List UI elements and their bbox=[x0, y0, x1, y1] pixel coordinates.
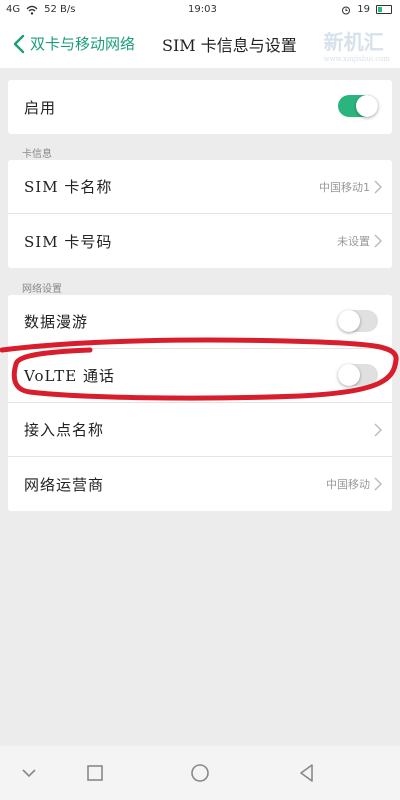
status-right: 19 bbox=[341, 4, 392, 15]
system-nav-bar bbox=[0, 746, 400, 800]
enable-card: 启用 bbox=[8, 80, 392, 134]
app-header: 双卡与移动网络 SIM 卡信息与设置 新机汇 www.xinjishui.com bbox=[0, 20, 400, 68]
section-header-card-info: 卡信息 bbox=[22, 149, 52, 160]
data-roaming-label: 数据漫游 bbox=[24, 313, 89, 331]
chevron-right-icon bbox=[374, 423, 382, 437]
chevron-right-icon bbox=[374, 477, 382, 491]
watermark-logo: 新机汇 www.xinjishui.com bbox=[324, 26, 390, 63]
status-bar: 4G 52 B/s 19:03 19 bbox=[0, 0, 400, 20]
toggle-knob bbox=[338, 310, 360, 332]
network-speed: 52 B/s bbox=[44, 4, 76, 15]
sim-name-row[interactable]: SIM 卡名称 中国移动1 bbox=[8, 160, 392, 214]
watermark-text: 新机汇 bbox=[323, 30, 384, 54]
alarm-icon bbox=[342, 6, 351, 14]
volte-row[interactable]: VoLTE 通话 bbox=[8, 349, 392, 403]
sim-name-label: SIM 卡名称 bbox=[24, 178, 113, 196]
circle-home-icon[interactable] bbox=[189, 762, 211, 784]
status-time: 19:03 bbox=[188, 4, 217, 15]
toggle-knob bbox=[338, 364, 360, 386]
volte-label: VoLTE 通话 bbox=[24, 367, 115, 385]
carrier-value: 中国移动 bbox=[326, 478, 370, 491]
volte-toggle[interactable] bbox=[338, 364, 378, 386]
section-header-network: 网络设置 bbox=[22, 284, 62, 295]
toggle-knob bbox=[356, 95, 378, 117]
data-roaming-toggle[interactable] bbox=[338, 310, 378, 332]
battery-level: 19 bbox=[357, 4, 370, 15]
sim-name-value: 中国移动1 bbox=[319, 180, 370, 194]
sim-number-row[interactable]: SIM 卡号码 未设置 bbox=[8, 214, 392, 268]
card-info-card: SIM 卡名称 中国移动1 SIM 卡号码 未设置 bbox=[8, 160, 392, 268]
data-roaming-row[interactable]: 数据漫游 bbox=[8, 295, 392, 349]
triangle-back-icon[interactable] bbox=[296, 762, 318, 784]
signal-indicator: 4G bbox=[6, 4, 21, 15]
status-left: 4G 52 B/s bbox=[6, 4, 75, 15]
apn-row[interactable]: 接入点名称 bbox=[8, 403, 392, 457]
wifi-icon bbox=[26, 5, 38, 15]
chevron-left-icon[interactable] bbox=[10, 32, 30, 56]
page-title: SIM 卡信息与设置 bbox=[162, 36, 297, 55]
carrier-label: 网络运营商 bbox=[24, 475, 105, 494]
watermark-url: www.xinjishui.com bbox=[323, 55, 390, 63]
chevron-down-icon[interactable] bbox=[18, 762, 40, 784]
sim-number-value: 未设置 bbox=[337, 235, 370, 248]
network-card: 数据漫游 VoLTE 通话 接入点名称 网络运营商 中国移动 bbox=[8, 295, 392, 511]
battery-icon bbox=[376, 5, 392, 14]
enable-toggle[interactable] bbox=[338, 95, 378, 117]
sim-number-label: SIM 卡号码 bbox=[24, 232, 113, 251]
enable-row[interactable]: 启用 bbox=[8, 80, 392, 134]
back-button-label[interactable]: 双卡与移动网络 bbox=[30, 33, 135, 54]
carrier-row[interactable]: 网络运营商 中国移动 bbox=[8, 457, 392, 511]
apn-label: 接入点名称 bbox=[24, 421, 105, 439]
chevron-right-icon bbox=[374, 234, 382, 248]
square-recent-icon[interactable] bbox=[84, 762, 106, 784]
chevron-right-icon bbox=[374, 180, 382, 194]
enable-label: 启用 bbox=[24, 98, 57, 117]
